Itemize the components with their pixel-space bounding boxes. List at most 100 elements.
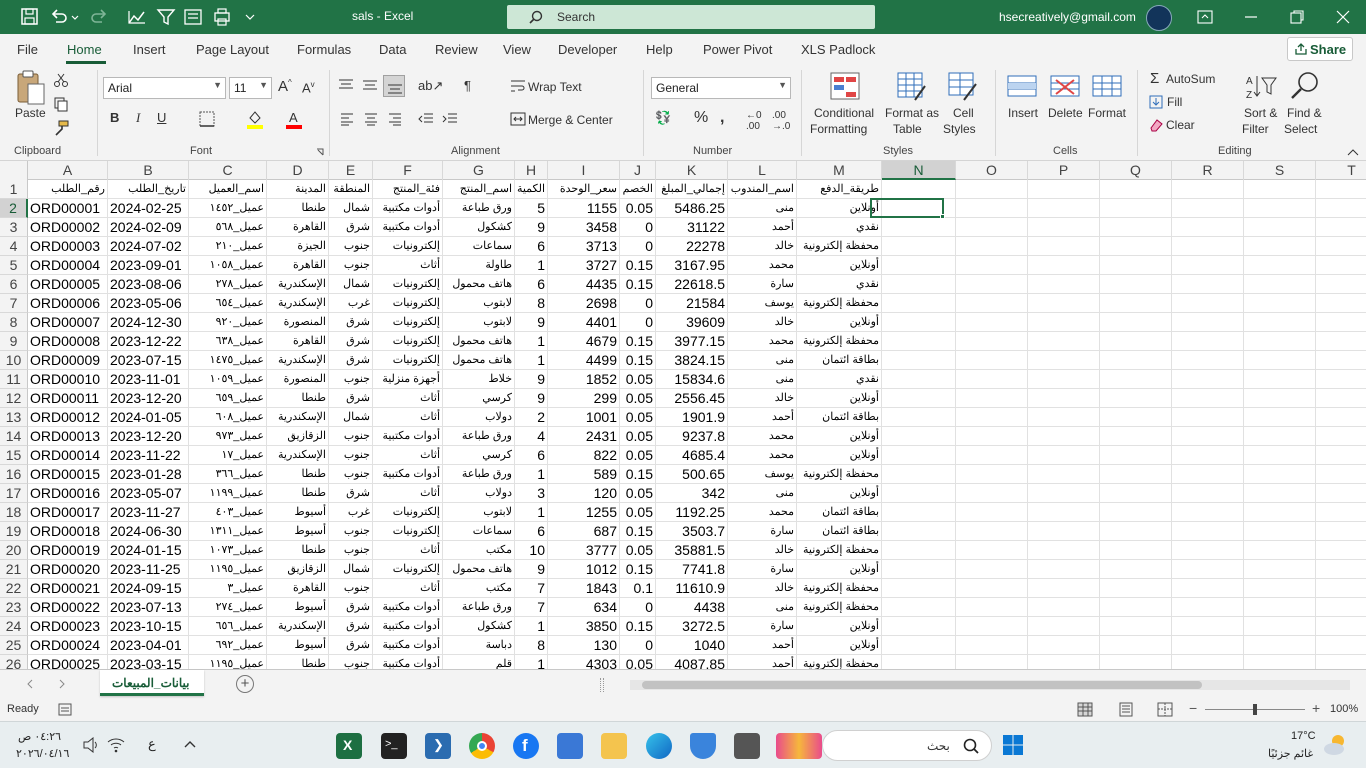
cell-E4[interactable]: جنوب	[329, 237, 373, 256]
delete-label[interactable]: Delete	[1048, 106, 1083, 120]
cell-B19[interactable]: 2024-06-30	[108, 522, 189, 541]
tab-xls-padlock[interactable]: XLS Padlock	[801, 42, 875, 57]
row-header-16[interactable]: 16	[0, 465, 28, 484]
cell-F4[interactable]: إلكترونيات	[373, 237, 443, 256]
cell-D12[interactable]: طنطا	[267, 389, 329, 408]
cell-P16[interactable]	[1028, 465, 1100, 484]
cell-Q4[interactable]	[1100, 237, 1172, 256]
cell-L25[interactable]: أحمد	[728, 636, 797, 655]
cell-I9[interactable]: 4679	[548, 332, 620, 351]
cell-S17[interactable]	[1244, 484, 1316, 503]
cell-B3[interactable]: 2024-02-09	[108, 218, 189, 237]
cell-O13[interactable]	[956, 408, 1028, 427]
cell-P12[interactable]	[1028, 389, 1100, 408]
cell-L3[interactable]: أحمد	[728, 218, 797, 237]
cell-A8[interactable]: ORD00007	[28, 313, 108, 332]
row-header-18[interactable]: 18	[0, 503, 28, 522]
tab-split-handle[interactable]	[600, 678, 604, 692]
cell-J16[interactable]: 0.15	[620, 465, 656, 484]
cell-Q20[interactable]	[1100, 541, 1172, 560]
row-header-26[interactable]: 26	[0, 655, 28, 669]
zoom-in-icon[interactable]: +	[1312, 700, 1320, 716]
cell-R16[interactable]	[1172, 465, 1244, 484]
orientation-icon[interactable]: ab↗	[418, 78, 443, 94]
cell-S18[interactable]	[1244, 503, 1316, 522]
cell-N23[interactable]	[882, 598, 956, 617]
cell-R18[interactable]	[1172, 503, 1244, 522]
cell-D22[interactable]: القاهرة	[267, 579, 329, 598]
conditional-formatting-label2[interactable]: Formatting	[810, 122, 867, 136]
cell-C17[interactable]: عميل_١١٩٩	[189, 484, 267, 503]
cell-Q25[interactable]	[1100, 636, 1172, 655]
cell-I4[interactable]: 3713	[548, 237, 620, 256]
tab-home[interactable]: Home	[67, 42, 102, 57]
tulips-widget-icon[interactable]	[776, 733, 822, 759]
cell-B18[interactable]: 2023-11-27	[108, 503, 189, 522]
cell-F16[interactable]: أدوات مكتبية	[373, 465, 443, 484]
bold-icon[interactable]: B	[110, 110, 119, 125]
cell-L18[interactable]: محمد	[728, 503, 797, 522]
cell-A1[interactable]: رقم_الطلب	[28, 180, 108, 199]
cell-G11[interactable]: خلاط	[443, 370, 515, 389]
cell-F20[interactable]: أثاث	[373, 541, 443, 560]
cell-F17[interactable]: أثاث	[373, 484, 443, 503]
cell-A18[interactable]: ORD00017	[28, 503, 108, 522]
cell-E22[interactable]: جنوب	[329, 579, 373, 598]
cell-R17[interactable]	[1172, 484, 1244, 503]
cell-F10[interactable]: إلكترونيات	[373, 351, 443, 370]
cell-L10[interactable]: منى	[728, 351, 797, 370]
avatar[interactable]	[1146, 5, 1172, 31]
cell-R9[interactable]	[1172, 332, 1244, 351]
active-cell-N2[interactable]	[870, 198, 944, 218]
cell-L12[interactable]: خالد	[728, 389, 797, 408]
cell-F24[interactable]: أدوات مكتبية	[373, 617, 443, 636]
cell-H4[interactable]: 6	[515, 237, 548, 256]
cell-Q23[interactable]	[1100, 598, 1172, 617]
normal-view-icon[interactable]	[1077, 702, 1093, 717]
redo-icon[interactable]	[89, 8, 109, 26]
cell-Q2[interactable]	[1100, 199, 1172, 218]
cell-N12[interactable]	[882, 389, 956, 408]
clear-icon[interactable]	[1149, 118, 1163, 132]
cell-I21[interactable]: 1012	[548, 560, 620, 579]
paste-label[interactable]: Paste	[15, 106, 46, 120]
cell-D6[interactable]: الإسكندرية	[267, 275, 329, 294]
cell-P15[interactable]	[1028, 446, 1100, 465]
cell-Q12[interactable]	[1100, 389, 1172, 408]
cell-R19[interactable]	[1172, 522, 1244, 541]
column-header-E[interactable]: E	[329, 161, 373, 180]
column-header-Q[interactable]: Q	[1100, 161, 1172, 180]
cell-D24[interactable]: الإسكندرية	[267, 617, 329, 636]
cell-I14[interactable]: 2431	[548, 427, 620, 446]
column-header-H[interactable]: H	[515, 161, 548, 180]
cell-K12[interactable]: 2556.45	[656, 389, 728, 408]
cell-A17[interactable]: ORD00016	[28, 484, 108, 503]
cell-M5[interactable]: أونلاين	[797, 256, 882, 275]
cell-R25[interactable]	[1172, 636, 1244, 655]
cell-D17[interactable]: طنطا	[267, 484, 329, 503]
cell-Q24[interactable]	[1100, 617, 1172, 636]
wrap-text-icon[interactable]	[510, 78, 526, 94]
cell-F5[interactable]: أثاث	[373, 256, 443, 275]
cell-F13[interactable]: أثاث	[373, 408, 443, 427]
cell-J17[interactable]: 0.05	[620, 484, 656, 503]
fill-handle[interactable]	[940, 214, 945, 219]
cell-L13[interactable]: أحمد	[728, 408, 797, 427]
cell-T17[interactable]	[1316, 484, 1366, 503]
cell-B14[interactable]: 2023-12-20	[108, 427, 189, 446]
cell-H16[interactable]: 1	[515, 465, 548, 484]
cell-A20[interactable]: ORD00019	[28, 541, 108, 560]
cell-Q26[interactable]	[1100, 655, 1172, 669]
cell-N14[interactable]	[882, 427, 956, 446]
cell-C24[interactable]: عميل_٦٥٦	[189, 617, 267, 636]
cell-K9[interactable]: 3977.15	[656, 332, 728, 351]
row-header-1[interactable]: 1	[0, 180, 28, 199]
cell-O18[interactable]	[956, 503, 1028, 522]
cell-L23[interactable]: منى	[728, 598, 797, 617]
cell-R22[interactable]	[1172, 579, 1244, 598]
cell-H18[interactable]: 1	[515, 503, 548, 522]
fill-label[interactable]: Fill	[1167, 95, 1182, 109]
cell-F23[interactable]: أدوات مكتبية	[373, 598, 443, 617]
cell-T19[interactable]	[1316, 522, 1366, 541]
cell-G20[interactable]: مكتب	[443, 541, 515, 560]
